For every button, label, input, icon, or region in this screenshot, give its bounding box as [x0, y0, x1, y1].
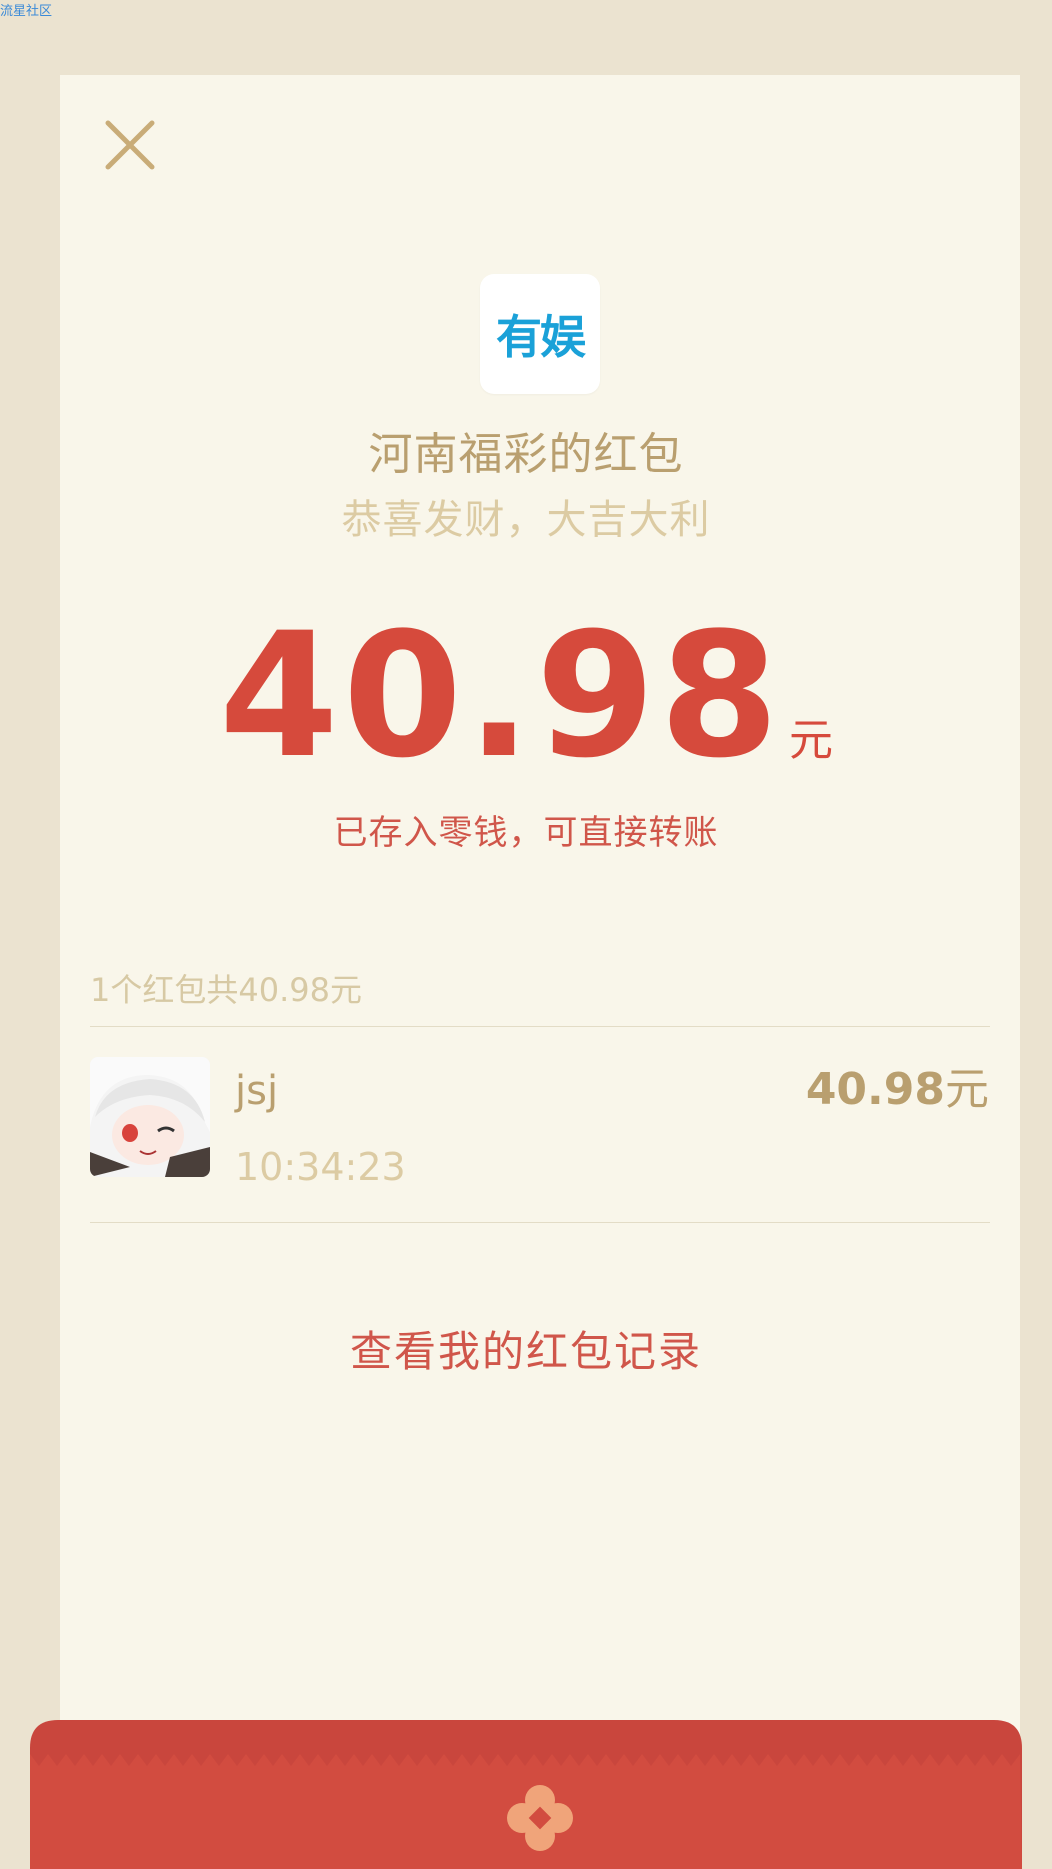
recipient-amount: 40.98元 — [806, 1053, 989, 1117]
amount-unit: 元 — [789, 715, 834, 766]
amount-display: 40.98 元 — [0, 610, 1052, 782]
red-packet-footer — [30, 1720, 1022, 1869]
close-icon[interactable] — [100, 115, 160, 175]
amount-value: 40.98 — [218, 595, 784, 796]
divider — [90, 1222, 990, 1223]
status-bar — [0, 0, 1052, 10]
logo-text: 有娱 — [496, 310, 586, 364]
recipient-time: 10:34:23 — [235, 1145, 406, 1189]
recipient-name: jsj — [235, 1068, 279, 1114]
packet-summary: 1个红包共40.98元 — [90, 971, 362, 1009]
greeting-text: 恭喜发财，大吉大利 — [341, 497, 711, 543]
view-records-link[interactable]: 查看我的红包记录 — [0, 1318, 1052, 1379]
divider — [90, 1026, 990, 1027]
sender-title: 河南福彩的红包 — [368, 429, 684, 480]
recipient-amount-unit: 元 — [945, 1064, 989, 1115]
saved-notice: 已存入零钱，可直接转账 — [333, 813, 719, 853]
recipient-amount-value: 40.98 — [805, 1064, 945, 1115]
sender-logo: 有娱 — [480, 274, 600, 394]
avatar[interactable] — [90, 1057, 210, 1177]
